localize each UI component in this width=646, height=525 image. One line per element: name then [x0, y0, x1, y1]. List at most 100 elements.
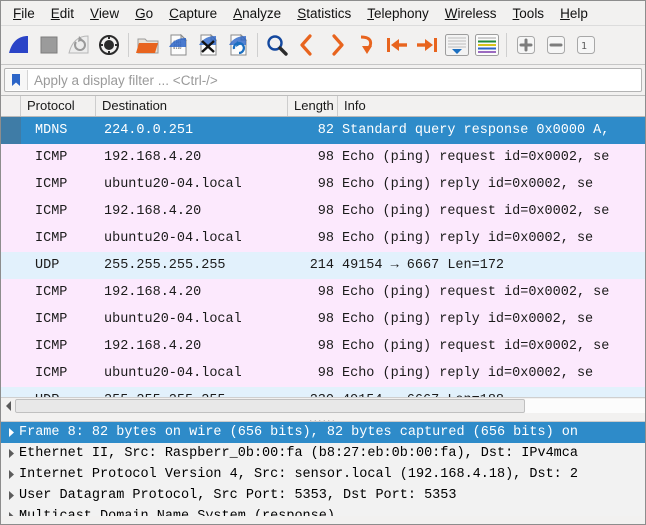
- go-back-icon[interactable]: [292, 30, 322, 60]
- menu-item-statistics[interactable]: Statistics: [289, 3, 359, 24]
- cell-length: 82: [317, 123, 334, 138]
- cell-destination: ubuntu20-04.local: [104, 177, 242, 192]
- save-file-icon[interactable]: 010110100110: [163, 30, 193, 60]
- cell-protocol: ICMP: [35, 312, 68, 327]
- packet-row[interactable]: ICMP 192.168.4.20 98 Echo (ping) request id…: [1, 198, 645, 225]
- display-filter-placeholder: Apply a display filter ... <Ctrl-/>: [34, 72, 218, 88]
- cell-destination: 192.168.4.20: [104, 339, 202, 354]
- menu-item-tools[interactable]: Tools: [505, 3, 553, 24]
- detail-row[interactable]: Ethernet II, Src: Raspberr_0b:00:fa (b8:…: [1, 443, 645, 464]
- cell-length: 98: [317, 231, 334, 246]
- expand-triangle-icon[interactable]: [3, 512, 19, 516]
- scrollbar-thumb[interactable]: [15, 399, 526, 413]
- cell-info: Echo (ping) request id=0x0002, se: [342, 339, 610, 354]
- column-header-destination[interactable]: Destination: [96, 96, 288, 116]
- cell-destination: 192.168.4.20: [104, 204, 202, 219]
- go-to-packet-icon[interactable]: [352, 30, 382, 60]
- menu-item-wireless[interactable]: Wireless: [437, 3, 505, 24]
- menu-item-analyze[interactable]: Analyze: [225, 3, 289, 24]
- toolbar-separator: [506, 33, 507, 57]
- cell-destination: 192.168.4.20: [104, 285, 202, 300]
- row-marker: [1, 306, 21, 333]
- cell-protocol: ICMP: [35, 339, 68, 354]
- bookmark-icon[interactable]: [5, 70, 28, 90]
- start-capture-icon[interactable]: [4, 30, 34, 60]
- packet-list-horizontal-scrollbar[interactable]: [1, 397, 645, 414]
- detail-row[interactable]: Multicast Domain Name System (response): [1, 506, 645, 516]
- row-marker: [1, 225, 21, 252]
- menu-item-edit[interactable]: Edit: [43, 3, 82, 24]
- menu-item-go[interactable]: Go: [127, 3, 161, 24]
- cell-protocol: ICMP: [35, 177, 68, 192]
- packet-row[interactable]: ICMP ubuntu20-04.local 98 Echo (ping) reply…: [1, 225, 645, 252]
- detail-row-text: Frame 8: 82 bytes on wire (656 bits), 82…: [19, 425, 578, 440]
- cell-protocol: ICMP: [35, 285, 68, 300]
- cell-info: Echo (ping) reply id=0x0002, se: [342, 312, 594, 327]
- restart-capture-icon[interactable]: [64, 30, 94, 60]
- menu-item-view[interactable]: View: [82, 3, 127, 24]
- reload-file-icon[interactable]: [223, 30, 253, 60]
- go-forward-icon[interactable]: [322, 30, 352, 60]
- detail-row-text: User Datagram Protocol, Src Port: 5353, …: [19, 488, 457, 503]
- splitter-grip: ......: [309, 412, 337, 423]
- open-file-icon[interactable]: [133, 30, 163, 60]
- packet-detail-pane: Frame 8: 82 bytes on wire (656 bits), 82…: [1, 421, 645, 516]
- cell-info: Echo (ping) reply id=0x0002, se: [342, 366, 594, 381]
- packet-row[interactable]: UDP 255.255.255.255 214 49154 → 6667 Len=17…: [1, 252, 645, 279]
- cell-protocol: ICMP: [35, 150, 68, 165]
- display-filter-input[interactable]: Apply a display filter ... <Ctrl-/>: [4, 68, 642, 92]
- cell-length: 98: [317, 285, 334, 300]
- capture-options-icon[interactable]: [94, 30, 124, 60]
- cell-destination: ubuntu20-04.local: [104, 312, 242, 327]
- expand-triangle-icon[interactable]: [3, 449, 19, 458]
- cell-length: 214: [309, 258, 334, 273]
- pane-splitter[interactable]: ......: [1, 412, 645, 423]
- detail-row[interactable]: Frame 8: 82 bytes on wire (656 bits), 82…: [1, 422, 645, 443]
- zoom-out-icon[interactable]: [541, 30, 571, 60]
- packet-row[interactable]: MDNS 224.0.0.251 82 Standard query response…: [1, 117, 645, 144]
- packet-row[interactable]: ICMP 192.168.4.20 98 Echo (ping) request id…: [1, 144, 645, 171]
- row-marker: [1, 333, 21, 360]
- detail-row[interactable]: Internet Protocol Version 4, Src: sensor…: [1, 464, 645, 485]
- go-first-packet-icon[interactable]: [382, 30, 412, 60]
- row-marker: [1, 252, 21, 279]
- scrollbar-track[interactable]: [15, 399, 645, 413]
- find-packet-icon[interactable]: [262, 30, 292, 60]
- stop-capture-icon[interactable]: [34, 30, 64, 60]
- cell-length: 98: [317, 339, 334, 354]
- cell-protocol: UDP: [35, 258, 60, 273]
- expand-triangle-icon[interactable]: [3, 491, 19, 500]
- expand-triangle-icon[interactable]: [3, 470, 19, 479]
- packet-row[interactable]: ICMP ubuntu20-04.local 98 Echo (ping) reply…: [1, 171, 645, 198]
- menu-item-capture[interactable]: Capture: [161, 3, 225, 24]
- column-header-protocol[interactable]: Protocol: [21, 96, 96, 116]
- column-header-index[interactable]: [1, 96, 21, 116]
- cell-protocol: MDNS: [35, 123, 68, 138]
- menu-item-telephony[interactable]: Telephony: [359, 3, 437, 24]
- packet-row[interactable]: ICMP 192.168.4.20 98 Echo (ping) request id…: [1, 333, 645, 360]
- cell-destination: ubuntu20-04.local: [104, 231, 242, 246]
- menu-item-file[interactable]: File: [5, 3, 43, 24]
- packet-row[interactable]: ICMP 192.168.4.20 98 Echo (ping) request id…: [1, 279, 645, 306]
- column-header-length[interactable]: Length: [288, 96, 338, 116]
- packet-list-header: Protocol Destination Length Info: [1, 96, 645, 117]
- colorize-icon[interactable]: [472, 30, 502, 60]
- menu-item-help[interactable]: Help: [552, 3, 596, 24]
- row-marker: [1, 144, 21, 171]
- detail-row[interactable]: User Datagram Protocol, Src Port: 5353, …: [1, 485, 645, 506]
- column-header-info[interactable]: Info: [338, 96, 645, 116]
- zoom-reset-icon[interactable]: 1: [571, 30, 601, 60]
- packet-row[interactable]: ICMP ubuntu20-04.local 98 Echo (ping) reply…: [1, 360, 645, 387]
- cell-protocol: ICMP: [35, 204, 68, 219]
- go-last-packet-icon[interactable]: [412, 30, 442, 60]
- scroll-left-icon[interactable]: [1, 399, 15, 413]
- close-file-icon[interactable]: [193, 30, 223, 60]
- auto-scroll-icon[interactable]: [442, 30, 472, 60]
- cell-info: Standard query response 0x0000 A,: [342, 123, 610, 138]
- expand-triangle-icon[interactable]: [3, 428, 19, 437]
- packet-row[interactable]: ICMP ubuntu20-04.local 98 Echo (ping) reply…: [1, 306, 645, 333]
- main-toolbar: 010110100110: [1, 25, 645, 65]
- zoom-in-icon[interactable]: [511, 30, 541, 60]
- cell-info: Echo (ping) reply id=0x0002, se: [342, 231, 594, 246]
- cell-length: 98: [317, 150, 334, 165]
